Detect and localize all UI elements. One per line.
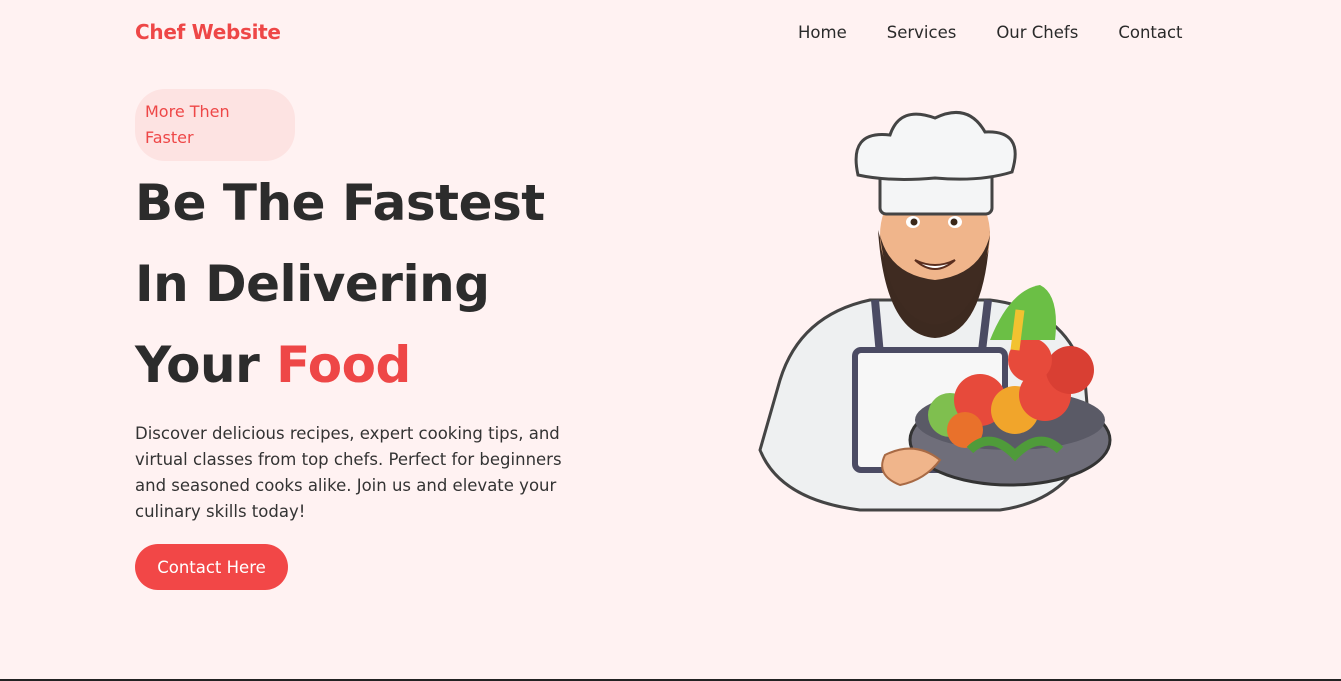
headline-accent-word: Food	[276, 336, 411, 394]
headline-line-3-prefix: Your	[135, 336, 277, 394]
hero-description: Discover delicious recipes, expert cooki…	[135, 424, 562, 521]
top-navbar: Chef Website Home Services Our Chefs Con…	[0, 0, 1341, 66]
hero-badge-line-2: Faster	[145, 128, 194, 147]
hero-badge: More Then Faster	[135, 89, 295, 161]
main-menu: Home Services Our Chefs Contact	[798, 23, 1183, 42]
contact-here-button[interactable]: Contact Here	[135, 544, 288, 590]
hero-headline: Be The Fastest In Delivering Your Food	[135, 163, 545, 406]
hero-badge-line-1: More Then	[145, 102, 230, 121]
headline-line-3: Your Food	[135, 325, 545, 406]
brand-logo[interactable]: Chef Website	[135, 20, 281, 44]
nav-contact-link[interactable]: Contact	[1118, 23, 1182, 42]
headline-line-1: Be The Fastest	[135, 174, 545, 232]
nav-services-link[interactable]: Services	[887, 23, 957, 42]
headline-line-2: In Delivering	[135, 255, 490, 313]
nav-our-chefs-link[interactable]: Our Chefs	[996, 23, 1078, 42]
nav-home-link[interactable]: Home	[798, 23, 847, 42]
chef-hero-image	[758, 110, 1112, 512]
